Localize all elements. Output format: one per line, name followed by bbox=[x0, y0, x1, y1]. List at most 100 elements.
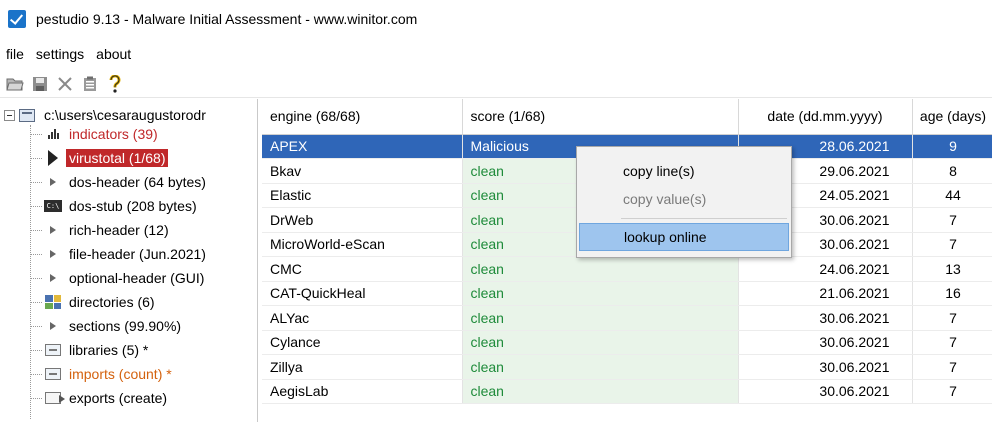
age-cell: 44 bbox=[912, 183, 992, 208]
age-cell: 13 bbox=[912, 256, 992, 282]
age-cell: 16 bbox=[912, 281, 992, 306]
small-arrow-icon bbox=[44, 174, 62, 190]
engine-cell: DrWeb bbox=[262, 207, 463, 233]
close-icon[interactable] bbox=[54, 73, 76, 95]
menu-item-copy-lines[interactable]: copy line(s) bbox=[579, 157, 789, 185]
table-row[interactable]: CAT-QuickHeal clean 21.06.2021 16 bbox=[262, 281, 992, 306]
tree-item-libraries[interactable]: libraries (5) * bbox=[30, 339, 151, 361]
tree-item-label: virustotal (1/68) bbox=[66, 149, 169, 167]
score-cell: clean bbox=[462, 330, 739, 355]
engine-cell: ALYac bbox=[262, 305, 463, 331]
age-cell: 7 bbox=[912, 232, 992, 257]
small-arrow-icon bbox=[44, 222, 62, 238]
terminal-icon: C:\ bbox=[44, 198, 62, 214]
column-header-score[interactable]: score (1/68) bbox=[462, 99, 739, 135]
age-cell: 7 bbox=[912, 207, 992, 233]
age-cell: 9 bbox=[912, 134, 992, 159]
title-bar: pestudio 9.13 - Malware Initial Assessme… bbox=[0, 0, 992, 38]
age-cell: 7 bbox=[912, 354, 992, 380]
table-row[interactable]: Cylance clean 30.06.2021 7 bbox=[262, 330, 992, 355]
age-cell: 7 bbox=[912, 305, 992, 331]
tree-item-label: dos-stub (208 bytes) bbox=[69, 198, 197, 214]
tree-item-label: libraries (5) * bbox=[69, 342, 149, 358]
executable-icon bbox=[19, 108, 35, 122]
library-icon bbox=[44, 342, 62, 358]
context-menu: copy line(s) copy value(s) lookup online bbox=[576, 146, 792, 258]
score-cell: clean bbox=[462, 379, 739, 404]
tree-item-rich-header[interactable]: rich-header (12) bbox=[30, 219, 172, 241]
tree-item-imports[interactable]: imports (count) * bbox=[30, 363, 175, 385]
engine-cell: CAT-QuickHeal bbox=[262, 281, 463, 306]
date-cell: 30.06.2021 bbox=[738, 305, 913, 331]
column-header-engine[interactable]: engine (68/68) bbox=[262, 99, 463, 135]
menu-about[interactable]: about bbox=[96, 46, 131, 62]
small-arrow-icon bbox=[44, 246, 62, 262]
tree-root[interactable]: c:\users\cesaraugustorodr bbox=[4, 105, 209, 125]
window-title: pestudio 9.13 - Malware Initial Assessme… bbox=[36, 11, 418, 27]
table-row[interactable]: AegisLab clean 30.06.2021 7 bbox=[262, 379, 992, 404]
tree-item-label: sections (99.90%) bbox=[69, 318, 182, 334]
small-arrow-icon bbox=[44, 270, 62, 286]
tree-item-file-header[interactable]: file-header (Jun.2021) bbox=[30, 243, 209, 265]
tree-item-directories[interactable]: directories (6) bbox=[30, 291, 158, 313]
app-check-icon bbox=[8, 10, 26, 28]
tree-item-label: dos-header (64 bytes) bbox=[69, 174, 206, 190]
tree-root-label: c:\users\cesaraugustorodr bbox=[44, 107, 206, 123]
engine-cell: APEX bbox=[262, 134, 463, 159]
menu-bar: file settings about bbox=[0, 38, 992, 70]
collapse-icon[interactable] bbox=[4, 109, 15, 121]
save-icon[interactable] bbox=[29, 73, 51, 95]
engine-cell: AegisLab bbox=[262, 379, 463, 404]
engine-cell: Zillya bbox=[262, 354, 463, 380]
tree-item-optional-header[interactable]: optional-header (GUI) bbox=[30, 267, 207, 289]
age-cell: 7 bbox=[912, 330, 992, 355]
tree-item-indicators[interactable]: indicators (39) bbox=[30, 123, 161, 145]
date-cell: 21.06.2021 bbox=[738, 281, 913, 306]
menu-item-lookup-online[interactable]: lookup online bbox=[579, 223, 789, 251]
table-row[interactable]: ALYac clean 30.06.2021 7 bbox=[262, 305, 992, 331]
tree-item-virustotal[interactable]: virustotal (1/68) bbox=[30, 147, 169, 169]
tree-item-dos-stub[interactable]: C:\ dos-stub (208 bytes) bbox=[30, 195, 200, 217]
tree-item-exports[interactable]: exports (create) bbox=[30, 387, 170, 409]
open-folder-icon[interactable] bbox=[4, 73, 26, 95]
age-cell: 7 bbox=[912, 379, 992, 404]
date-cell: 24.06.2021 bbox=[738, 256, 913, 282]
tree-item-dos-header[interactable]: dos-header (64 bytes) bbox=[30, 171, 209, 193]
play-icon bbox=[44, 150, 62, 166]
engine-cell: Elastic bbox=[262, 183, 463, 208]
score-cell: clean bbox=[462, 354, 739, 380]
date-cell: 30.06.2021 bbox=[738, 379, 913, 404]
date-cell: 30.06.2021 bbox=[738, 330, 913, 355]
directories-icon bbox=[44, 294, 62, 310]
table-row[interactable]: Zillya clean 30.06.2021 7 bbox=[262, 354, 992, 380]
help-icon[interactable] bbox=[104, 73, 126, 95]
menu-settings[interactable]: settings bbox=[36, 46, 84, 62]
table-row[interactable]: CMC clean 24.06.2021 13 bbox=[262, 256, 992, 282]
toolbar bbox=[0, 70, 992, 98]
engine-cell: Cylance bbox=[262, 330, 463, 355]
bar-chart-icon bbox=[44, 126, 62, 142]
clipboard-icon[interactable] bbox=[79, 73, 101, 95]
tree-item-label: rich-header (12) bbox=[69, 222, 169, 238]
engine-cell: CMC bbox=[262, 256, 463, 282]
library-icon bbox=[44, 366, 62, 382]
menu-separator bbox=[621, 218, 787, 219]
engine-cell: Bkav bbox=[262, 158, 463, 184]
menu-item-copy-values[interactable]: copy value(s) bbox=[579, 185, 789, 213]
tree-item-label: optional-header (GUI) bbox=[69, 270, 205, 286]
date-cell: 30.06.2021 bbox=[738, 354, 913, 380]
exports-icon bbox=[44, 390, 65, 406]
tree-panel: c:\users\cesaraugustorodr indicators (39… bbox=[0, 99, 258, 422]
table-header-row: engine (68/68) score (1/68) date (dd.mm.… bbox=[262, 99, 992, 135]
score-cell: clean bbox=[462, 256, 739, 282]
menu-file[interactable]: file bbox=[6, 46, 24, 62]
tree-item-label: indicators (39) bbox=[69, 126, 158, 142]
column-header-date[interactable]: date (dd.mm.yyyy) bbox=[738, 99, 913, 135]
tree-item-label: directories (6) bbox=[69, 294, 155, 310]
tree-item-sections[interactable]: sections (99.90%) bbox=[30, 315, 184, 337]
small-arrow-icon bbox=[44, 318, 62, 334]
tree-item-label: file-header (Jun.2021) bbox=[69, 246, 206, 262]
column-header-age[interactable]: age (days) bbox=[912, 99, 992, 135]
score-cell: clean bbox=[462, 305, 739, 331]
score-cell: clean bbox=[462, 281, 739, 306]
